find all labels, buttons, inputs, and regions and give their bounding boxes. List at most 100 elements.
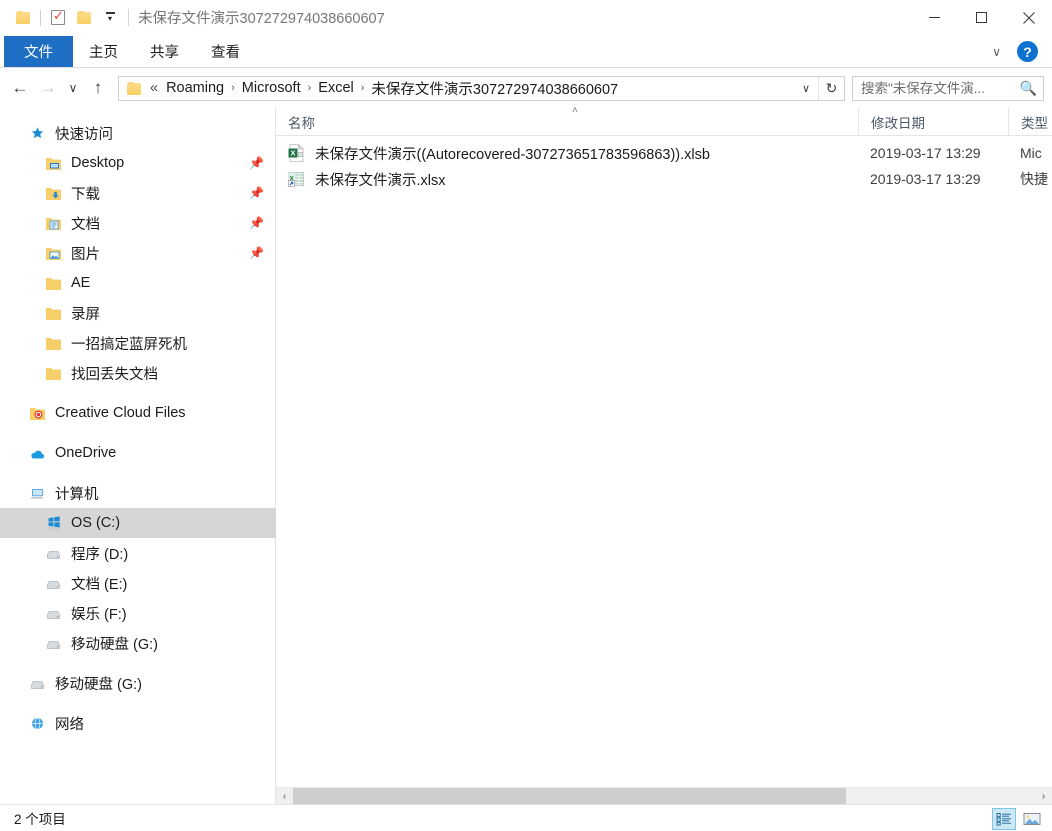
sidebar-item-removable-drive-g[interactable]: 移动硬盘 (G:) [0, 668, 276, 698]
address-dropdown-icon[interactable]: ∨ [794, 77, 818, 100]
sidebar-item-downloads[interactable]: 下载 📌 [0, 178, 276, 208]
search-box[interactable]: 🔍 [852, 75, 1044, 101]
file-rows: X 未保存文件演示((Autorecovered-307273651783596… [276, 136, 1052, 787]
breadcrumb: « Roaming › Microsoft › Excel › 未保存文件演示3… [125, 77, 794, 100]
up-button[interactable]: ↑ [84, 74, 112, 102]
recent-locations-button[interactable]: ∨ [62, 74, 84, 102]
scroll-right-button[interactable]: › [1035, 788, 1052, 804]
documents-folder-icon [42, 216, 64, 231]
sidebar-label: 找回丢失文档 [71, 366, 158, 383]
sidebar-label: 网络 [55, 716, 84, 733]
breadcrumb-item-excel[interactable]: Excel [314, 80, 357, 96]
sidebar-item-luping[interactable]: 录屏 [0, 298, 276, 328]
back-button[interactable]: ← [6, 74, 34, 102]
sidebar-item-documents[interactable]: 文档 📌 [0, 208, 276, 238]
sidebar-item-ae[interactable]: AE [0, 268, 276, 298]
scrollbar-thumb[interactable] [293, 788, 846, 804]
customize-caret-icon[interactable]: ▾ [97, 6, 123, 30]
properties-icon[interactable] [45, 6, 71, 30]
column-label: 名称 [288, 115, 315, 131]
pictures-folder-icon [42, 246, 64, 261]
breadcrumb-separator[interactable]: › [305, 82, 315, 94]
scroll-left-button[interactable]: ‹ [276, 788, 293, 804]
new-folder-icon[interactable] [71, 6, 97, 30]
column-header-type[interactable]: 类型 [1008, 107, 1052, 136]
sidebar-label: 移动硬盘 (G:) [71, 636, 158, 653]
sidebar-item-quick-access[interactable]: 快速访问 [0, 118, 276, 148]
tab-home[interactable]: 主页 [73, 35, 134, 67]
breadcrumb-item-current[interactable]: 未保存文件演示307272974038660607 [367, 78, 622, 99]
folder-icon[interactable] [10, 6, 36, 30]
minimize-button[interactable] [911, 0, 958, 35]
sidebar-item-bluescreen[interactable]: 一招搞定蓝屏死机 [0, 328, 276, 358]
file-type-cell: Mic [1020, 145, 1042, 161]
sidebar-item-network[interactable]: 网络 [0, 708, 276, 738]
folder-icon [42, 306, 64, 321]
table-row[interactable]: X 未保存文件演示.xlsx 2019-03-17 13:29 快捷 [276, 166, 1052, 192]
address-toolbar: ← → ∨ ↑ « Roaming › Microsoft › Excel › … [0, 68, 1052, 108]
column-header-date-modified[interactable]: 修改日期 [858, 107, 1008, 136]
forward-button[interactable]: → [34, 74, 62, 102]
network-icon [26, 716, 48, 731]
tab-share[interactable]: 共享 [134, 35, 195, 67]
drive-icon [42, 606, 64, 621]
breadcrumb-separator[interactable]: › [228, 82, 238, 94]
sidebar-item-drive-g[interactable]: 移动硬盘 (G:) [0, 628, 276, 658]
sidebar-label: 文档 [71, 216, 100, 233]
file-name-cell[interactable]: X 未保存文件演示((Autorecovered-307273651783596… [276, 143, 858, 164]
help-button[interactable]: ? [1017, 41, 1038, 62]
sidebar-item-computer[interactable]: 计算机 [0, 478, 276, 508]
explorer-body: 快速访问 Desktop 📌 下载 📌 文档 📌 图片 📌 AE 录屏 一招搞定… [0, 105, 1052, 804]
horizontal-scrollbar[interactable]: ‹ › [276, 787, 1052, 804]
folder-icon [42, 276, 64, 291]
excel-shortcut-file-icon: X [288, 170, 308, 188]
sidebar-label: 娱乐 (F:) [71, 606, 127, 623]
file-list-pane: 名称 ˄ 修改日期 类型 X 未保存文件演示((Autorecovered-30… [276, 105, 1052, 804]
sidebar-label: 一招搞定蓝屏死机 [71, 336, 187, 353]
chevron-down-icon[interactable]: ∨ [986, 45, 1007, 59]
tab-view[interactable]: 查看 [195, 35, 256, 67]
close-button[interactable] [1005, 0, 1052, 35]
sidebar-label: Creative Cloud Files [55, 405, 186, 421]
drive-icon [42, 636, 64, 651]
sidebar-label: 计算机 [55, 486, 99, 503]
large-icons-view-button[interactable] [1020, 808, 1044, 830]
sidebar-item-recover-docs[interactable]: 找回丢失文档 [0, 358, 276, 388]
sidebar-item-drive-e[interactable]: 文档 (E:) [0, 568, 276, 598]
sidebar-item-drive-f[interactable]: 娱乐 (F:) [0, 598, 276, 628]
drive-icon [42, 576, 64, 591]
sidebar-item-os-c[interactable]: OS (C:) [0, 508, 276, 538]
breadcrumb-ellipsis[interactable]: « [143, 80, 162, 96]
sidebar-item-pictures[interactable]: 图片 📌 [0, 238, 276, 268]
pin-icon[interactable]: 📌 [249, 186, 264, 200]
pin-icon[interactable]: 📌 [249, 246, 264, 260]
file-name-cell[interactable]: X 未保存文件演示.xlsx [276, 169, 858, 190]
scrollbar-track[interactable] [293, 788, 1035, 804]
column-header-name[interactable]: 名称 ˄ [276, 105, 858, 136]
breadcrumb-item-roaming[interactable]: Roaming [162, 80, 228, 96]
maximize-button[interactable] [958, 0, 1005, 35]
sidebar-item-onedrive[interactable]: OneDrive [0, 438, 276, 468]
tab-file[interactable]: 文件 [4, 36, 73, 67]
pin-icon[interactable]: 📌 [249, 156, 264, 170]
sidebar-item-desktop[interactable]: Desktop 📌 [0, 148, 276, 178]
navigation-pane[interactable]: 快速访问 Desktop 📌 下载 📌 文档 📌 图片 📌 AE 录屏 一招搞定… [0, 108, 276, 804]
breadcrumb-item-microsoft[interactable]: Microsoft [238, 80, 305, 96]
pin-star-icon [26, 126, 48, 141]
details-view-button[interactable] [992, 807, 1016, 830]
pin-icon[interactable]: 📌 [249, 216, 264, 230]
desktop-folder-icon [42, 156, 64, 171]
search-icon[interactable]: 🔍 [1018, 80, 1037, 97]
drive-icon [42, 546, 64, 561]
breadcrumb-separator[interactable]: › [358, 82, 368, 94]
sidebar-item-creative-cloud-files[interactable]: Creative Cloud Files [0, 398, 276, 428]
sidebar-label: OS (C:) [71, 515, 121, 531]
search-input[interactable] [861, 80, 1018, 96]
refresh-icon[interactable]: ↻ [818, 76, 844, 100]
table-row[interactable]: X 未保存文件演示((Autorecovered-307273651783596… [276, 140, 1052, 166]
address-bar[interactable]: « Roaming › Microsoft › Excel › 未保存文件演示3… [118, 75, 845, 101]
sidebar-item-drive-d[interactable]: 程序 (D:) [0, 538, 276, 568]
